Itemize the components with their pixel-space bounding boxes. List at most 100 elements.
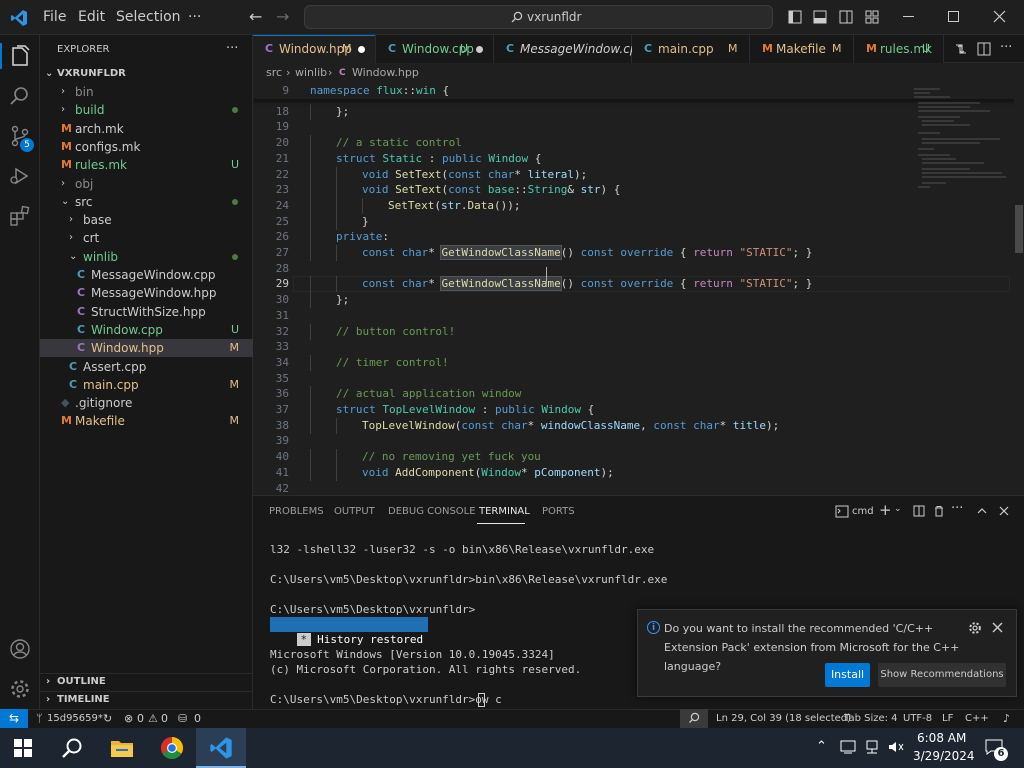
outline-section[interactable]: › OUTLINE (40, 673, 253, 691)
panel-more-icon[interactable]: ··· (951, 501, 963, 516)
explorer-more-icon[interactable]: ··· (226, 41, 238, 56)
menu-selection[interactable]: Selection (116, 9, 181, 25)
tray-chevron-up-icon[interactable]: ⌃ (816, 739, 827, 754)
clock-date[interactable]: 3/29/2024 (913, 749, 975, 763)
tray-device-icon[interactable] (840, 740, 856, 754)
tab-debug-console[interactable]: DEBUG CONSOLE (388, 506, 476, 517)
tab-output[interactable]: OUTPUT (334, 506, 375, 517)
run-debug-icon[interactable] (8, 164, 32, 188)
windows-start-icon[interactable] (14, 739, 32, 757)
terminal-prompt[interactable]: C:\Users\vm5\Desktop\vxrunfldr>ow c (270, 693, 502, 706)
chevron-down-icon[interactable]: ⌄ (894, 504, 902, 514)
settings-gear-icon[interactable] (8, 677, 32, 701)
tab-ports[interactable]: PORTS (542, 506, 575, 517)
file-item[interactable]: C Window.hpp M (40, 339, 253, 358)
compare-changes-icon[interactable] (954, 42, 968, 56)
encoding[interactable]: UTF-8 (903, 710, 932, 728)
error-count[interactable]: 0 (137, 710, 144, 728)
file-item[interactable]: Mconfigs.mk (40, 138, 253, 156)
notification-close-icon[interactable] (992, 622, 1003, 633)
maximize-panel-icon[interactable] (976, 505, 988, 517)
scroll-thumb[interactable] (1015, 205, 1023, 253)
file-item[interactable]: M Makefile M (40, 412, 253, 430)
accounts-icon[interactable] (8, 637, 32, 661)
file-explorer-icon[interactable] (110, 737, 134, 759)
code-editor[interactable]: 18}; 19 20 // a static control 21 struct Stat… (253, 83, 1024, 495)
install-button[interactable]: Install (825, 663, 870, 687)
cursor-position[interactable]: Ln 29, Col 39 (18 selected) (716, 710, 851, 728)
minimap[interactable] (910, 83, 1010, 195)
timeline-section[interactable]: › TIMELINE (40, 691, 253, 709)
unsaved-dot-icon[interactable] (476, 46, 483, 53)
folder-item[interactable]: › base (40, 211, 253, 229)
search-view-icon[interactable] (8, 84, 32, 108)
branch-name[interactable]: 15d95659* (47, 710, 103, 728)
chrome-icon[interactable] (160, 736, 184, 760)
file-item[interactable]: Cmain.cpp M (40, 376, 253, 394)
customize-layout-icon[interactable] (865, 10, 879, 24)
file-item[interactable]: ◆ .gitignore (40, 394, 253, 412)
file-item[interactable]: C Window.cpp U (40, 321, 253, 339)
end-of-line[interactable]: LF (942, 710, 953, 728)
folder-item[interactable]: › bin (40, 83, 253, 101)
show-recommendations-button[interactable]: Show Recommendations (878, 663, 1006, 687)
split-editor-icon[interactable] (977, 42, 991, 56)
sync-icon[interactable]: ↻ (103, 710, 112, 728)
tab-rules-mk[interactable]: Mrules.mk U (854, 35, 944, 63)
file-item[interactable]: March.mk (40, 120, 253, 138)
vscode-taskbar-button[interactable] (196, 728, 246, 768)
tab-terminal[interactable]: TERMINAL (479, 506, 530, 517)
menu-edit[interactable]: Edit (78, 9, 105, 25)
close-panel-icon[interactable] (998, 505, 1010, 517)
tab-makefile[interactable]: M Makefile M (750, 35, 854, 63)
breadcrumb-src[interactable]: src (266, 63, 282, 83)
breadcrumb-winlib[interactable]: winlib (295, 63, 327, 83)
file-item[interactable]: C StructWithSize.hpp (40, 303, 253, 321)
folder-item[interactable]: ⌄ winlib (40, 248, 253, 266)
trash-icon[interactable] (933, 505, 945, 517)
new-terminal-icon[interactable]: + (879, 501, 892, 519)
sticky-scroll[interactable]: 9 namespace flux::win { (253, 83, 1024, 99)
language-mode[interactable]: C++ (965, 710, 989, 728)
menu-more[interactable]: ··· (188, 9, 201, 25)
command-center-search[interactable]: vxrunfldr (304, 5, 773, 29)
notifications-bell-icon[interactable]: ♪ (1003, 710, 1010, 728)
tray-volume-icon[interactable] (888, 740, 904, 754)
tab-window-hpp[interactable]: C Window.hpp M (253, 35, 376, 63)
back-arrow-icon[interactable]: ← (249, 7, 262, 26)
toggle-secondary-sidebar-icon[interactable] (839, 10, 853, 24)
editor-scrollbar[interactable] (1014, 83, 1024, 495)
ports-count[interactable]: 0 (194, 710, 201, 728)
tab-main-cpp[interactable]: Cmain.cpp M (632, 35, 750, 63)
toggle-sidebar-icon[interactable] (788, 10, 802, 24)
zoom-search-icon[interactable] (680, 709, 708, 728)
toggle-panel-icon[interactable] (813, 10, 827, 24)
file-item[interactable]: C MessageWindow.hpp (40, 284, 253, 302)
file-item[interactable]: C Assert.cpp (40, 358, 253, 376)
tab-messagewindow-cpp[interactable]: C MessageWindow.cpp (494, 35, 645, 63)
folder-item[interactable]: › obj (40, 175, 253, 193)
unsaved-dot-icon[interactable] (358, 46, 365, 53)
breadcrumb-file[interactable]: Window.hpp (352, 63, 419, 83)
minimize-icon[interactable] (903, 16, 914, 17)
remote-indicator[interactable]: ⇆ (0, 709, 28, 728)
taskbar-search-icon[interactable] (61, 737, 83, 759)
explorer-files-icon[interactable] (8, 44, 32, 68)
file-item[interactable]: Mrules.mk U (40, 156, 253, 174)
warning-count[interactable]: 0 (161, 710, 168, 728)
tab-problems[interactable]: PROBLEMS (269, 506, 324, 517)
menu-file[interactable]: File (43, 9, 66, 25)
split-terminal-icon[interactable] (913, 505, 925, 517)
editor-more-icon[interactable]: ··· (1000, 40, 1012, 55)
folder-item[interactable]: › crt (40, 229, 253, 247)
close-window-icon[interactable] (993, 10, 1006, 23)
tab-size[interactable]: Tab Size: 4 (844, 710, 898, 728)
file-item[interactable]: C MessageWindow.cpp (40, 266, 253, 284)
workspace-root[interactable]: ⌄ VXRUNFLDR (40, 65, 253, 83)
folder-item[interactable]: ⌄ src (40, 193, 253, 211)
tray-network-icon[interactable] (864, 740, 880, 754)
notification-settings-gear-icon[interactable] (968, 621, 982, 635)
terminal-shell-label[interactable]: cmd (852, 506, 874, 517)
tab-window-cpp[interactable]: C Window.cpp U (376, 35, 494, 63)
extensions-icon[interactable] (8, 204, 32, 228)
